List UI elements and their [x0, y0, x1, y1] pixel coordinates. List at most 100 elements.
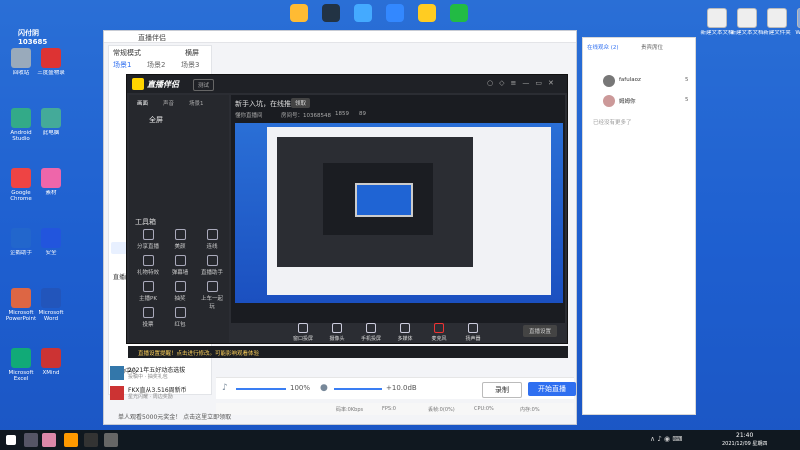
hint-button[interactable]: 领取 — [291, 98, 311, 108]
volume-slider[interactable] — [236, 388, 286, 390]
desktop-icon-label: Microsoft Word — [38, 310, 64, 322]
desktop-icon-x2[interactable]: XMind — [34, 348, 68, 382]
tray-icons[interactable]: ∧ ♪ ◉ ⌨ — [650, 435, 682, 443]
control-speaker[interactable]: 扬声器 — [459, 323, 487, 342]
tool-gamble[interactable]: 抽奖 — [167, 281, 193, 302]
wps-icon — [11, 168, 31, 188]
activity-item[interactable]: FKX直从3.516周新币 星光闪耀 · 周边奖励 — [108, 385, 212, 403]
window-controls[interactable]: ○◇≡—▭✕ — [487, 79, 560, 87]
tool-together[interactable]: 上车一起玩 — [199, 281, 225, 310]
desktop-icon-tv[interactable]: Android Studio — [4, 108, 38, 142]
viewer-row[interactable]: 姆姆你 5 — [587, 94, 693, 110]
control-mic[interactable]: 麦克风 — [425, 323, 453, 342]
control-media[interactable]: 多媒体 — [391, 323, 419, 342]
taskbar-app-2[interactable] — [64, 433, 78, 447]
control-phone[interactable]: 手机投屏 — [357, 323, 385, 342]
window-title: 直播伴侣 — [138, 34, 166, 42]
steam-icon[interactable] — [322, 4, 340, 22]
tool-assist[interactable]: 直播助手 — [199, 255, 225, 276]
desktop-icon-folder1[interactable]: 此电脑 — [34, 108, 68, 142]
status-item: 内存:0% — [520, 407, 540, 413]
desktop-icon-recycle[interactable]: 回收站 — [4, 48, 38, 82]
tool-gifts[interactable]: 投票 — [135, 307, 161, 328]
control-camera[interactable]: 摄像头 — [323, 323, 351, 342]
warning-text[interactable]: 直播设置提醒！点击进行修改。可能影响观看体验 — [138, 349, 259, 357]
tool-redpack[interactable]: 红包 — [167, 307, 193, 328]
desktop-file-0[interactable]: 新建文本文档 — [700, 8, 734, 42]
mic-slider[interactable] — [334, 388, 382, 390]
scene-tab-3[interactable]: 场景3 — [181, 60, 199, 70]
tool-label: 分享直播 — [136, 244, 159, 250]
source-tabs: 画面 声音 场景1 — [131, 99, 227, 109]
mic-icon[interactable]: ● — [320, 383, 328, 393]
start-live-button[interactable]: 开始直播 — [528, 382, 576, 396]
taskbar-app-4[interactable] — [104, 433, 118, 447]
desktop-icon-shield[interactable]: 安全 — [34, 228, 68, 262]
desktop-icon-ppt[interactable]: Microsoft PowerPoint — [4, 288, 38, 322]
scene-tab-1[interactable]: 场景1 — [113, 60, 131, 70]
clock-date[interactable]: 2021/12/09 星期四 — [722, 440, 767, 447]
desktop-icon-wps[interactable]: Google Chrome — [4, 168, 38, 202]
control-row: ♪ 100% ● +10.0dB 录制 开始直播 — [216, 377, 576, 399]
viewer-row[interactable]: fafulaoz 5 — [587, 74, 693, 90]
desktop-icon-blue[interactable]: 企鹅助手 — [4, 228, 38, 262]
wechat-icon[interactable] — [450, 4, 468, 22]
desktop-file-label: 新建文本文档 — [730, 30, 764, 36]
tool-sticker[interactable]: 弹幕墙 — [167, 255, 193, 276]
record-button[interactable]: 录制 — [482, 382, 522, 398]
desktop-icon-label: XMind — [42, 370, 60, 376]
desktop-icon-ps[interactable]: 三度盛物录 — [34, 48, 68, 82]
tool-label: 礼物特效 — [136, 270, 159, 276]
taskview-icon[interactable] — [24, 433, 38, 447]
tool-grid: 分享直播 美颜 连线礼物特效 弹幕墙 直播助手主播PK 抽奖 上车一起玩投票 红包 — [131, 229, 227, 339]
feishu-icon[interactable] — [386, 4, 404, 22]
activity-subtitle: 投稿中 · 抽奖礼包 — [128, 374, 168, 380]
avatar — [603, 75, 615, 87]
control-window[interactable]: 窗口投屏 — [289, 323, 317, 342]
desktop-file-3[interactable]: WPS云盘 — [790, 8, 800, 42]
viewer-tabs: 在线观众 (2) 贵宾席位 — [587, 43, 693, 53]
camera-icon — [332, 323, 342, 333]
tool-audio[interactable]: 礼物特效 — [135, 255, 161, 276]
desktop-icon-label: 此电脑 — [42, 130, 60, 136]
source-tab-1[interactable]: 声音 — [163, 99, 174, 107]
desktop-file-2[interactable]: 新建文件夹 — [760, 8, 794, 42]
desktop-icon-excel[interactable]: Microsoft Excel — [4, 348, 38, 382]
source-tab-2[interactable]: 场景1 — [189, 99, 204, 107]
speaker-icon[interactable]: ♪ — [222, 383, 228, 393]
start-menu-icon[interactable] — [6, 435, 16, 445]
volume-value: 100% — [290, 384, 311, 392]
mode-button[interactable]: 横屏 — [181, 47, 203, 59]
desktop-file-1[interactable]: 新建文本文档 — [730, 8, 764, 42]
viewer-tab-1[interactable]: 贵宾席位 — [641, 43, 663, 51]
media-icon — [400, 323, 410, 333]
assist-icon — [206, 255, 218, 266]
tool-beauty[interactable]: 美颜 — [167, 229, 193, 250]
tool-link[interactable]: 连线 — [199, 229, 225, 250]
viewer-tab-0[interactable]: 在线观众 (2) — [587, 43, 619, 51]
clock-time[interactable]: 21:40 — [736, 432, 753, 439]
ops-label: 闪付阴 103685 — [18, 28, 47, 46]
warning-bar: 直播设置提醒！点击进行修改。可能影响观看体验 — [128, 346, 568, 358]
desktop-icon-colors[interactable]: 素材 — [34, 168, 68, 202]
mic-icon — [434, 323, 444, 333]
activity-item[interactable]: 2021年五好动态选拔 投稿中 · 抽奖礼包 — [108, 365, 212, 383]
tool-pk[interactable]: 主播PK — [135, 281, 161, 302]
control-label: 摄像头 — [329, 336, 345, 342]
source-tab-0[interactable]: 画面 — [137, 99, 148, 107]
chrome-icon[interactable] — [290, 4, 308, 22]
side-tab-live[interactable] — [111, 242, 127, 254]
bottom-tip[interactable]: 单人观看5000元奖金！ 点击这里立即领取 — [118, 412, 231, 421]
mode-badge: 测试 — [193, 79, 215, 91]
source-item[interactable]: 全屏 — [149, 115, 163, 125]
viewer-empty-text: 已经没有更多了 — [593, 120, 632, 126]
desktop-icon-word[interactable]: Microsoft Word — [34, 288, 68, 322]
tool-share[interactable]: 分享直播 — [135, 229, 161, 250]
folder1-icon — [41, 108, 61, 128]
app3-icon[interactable] — [354, 4, 372, 22]
taskbar-app-1[interactable] — [42, 433, 56, 447]
scene-tab-2[interactable]: 场景2 — [147, 60, 165, 70]
live-settings-button[interactable]: 直播设置 — [523, 325, 558, 337]
qq-icon[interactable] — [418, 4, 436, 22]
taskbar-app-3[interactable] — [84, 433, 98, 447]
